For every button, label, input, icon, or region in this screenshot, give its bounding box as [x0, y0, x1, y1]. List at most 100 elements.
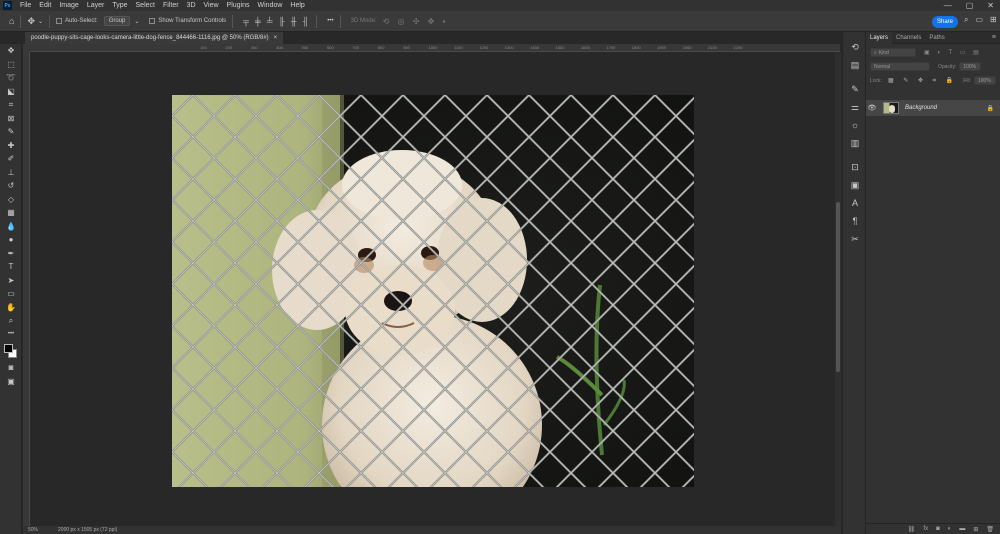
navigator-icon[interactable]: ▣	[843, 176, 867, 194]
menu-type[interactable]: Type	[108, 2, 131, 9]
gradient-tool-icon[interactable]: ▦	[0, 206, 22, 220]
scrollbar-thumb[interactable]	[836, 202, 840, 372]
minimize-button[interactable]: —	[944, 1, 952, 10]
delete-layer-icon[interactable]: 🗑	[986, 526, 994, 533]
auto-select-dropdown[interactable]: Group	[103, 16, 131, 26]
tab-channels[interactable]: Channels	[892, 32, 925, 44]
brush-settings-icon[interactable]: ✎	[843, 80, 867, 98]
chevron-down-icon[interactable]: ⌄	[134, 18, 139, 25]
clone-stamp-tool-icon[interactable]: ⊥	[0, 166, 22, 180]
tab-paths[interactable]: Paths	[925, 32, 948, 44]
new-group-icon[interactable]: ▬	[959, 526, 965, 532]
restore-button[interactable]: ▢	[966, 1, 974, 10]
canvas-area[interactable]	[30, 52, 835, 526]
tab-layers[interactable]: Layers	[866, 31, 893, 44]
kind-filter[interactable]: ⌕ Kind	[870, 48, 916, 57]
move-tool-icon[interactable]: ✥	[27, 16, 35, 27]
healing-brush-tool-icon[interactable]: ✚	[0, 139, 22, 153]
crop-tool-icon[interactable]: ⌗	[0, 98, 22, 112]
align-icons[interactable]: ╤ ╪ ╧ ╟ ╫ ╢	[243, 17, 310, 26]
blur-tool-icon[interactable]: 💧	[0, 220, 22, 234]
menu-layer[interactable]: Layer	[83, 2, 109, 9]
rectangle-tool-icon[interactable]: ▭	[0, 287, 22, 301]
eyedropper-tool-icon[interactable]: ✎	[0, 125, 22, 139]
menu-3d[interactable]: 3D	[183, 2, 200, 9]
workspace-icon[interactable]: ▭	[975, 15, 983, 25]
path-selection-tool-icon[interactable]: ➤	[0, 274, 22, 288]
swatches-icon[interactable]: ⊡	[843, 158, 867, 176]
show-transform-checkbox[interactable]: Show Transform Controls	[149, 18, 226, 24]
document-tab[interactable]: poodle-puppy-sits-cage-looks-camera-litt…	[25, 32, 284, 44]
auto-select-value[interactable]: Group	[103, 16, 131, 26]
menu-help[interactable]: Help	[286, 2, 308, 9]
history-panel-icon[interactable]: ⟲	[843, 38, 867, 56]
more-options-button[interactable]: •••	[327, 18, 333, 24]
home-icon[interactable]: ⌂	[9, 16, 14, 26]
adjustment-layer-icon[interactable]: ◐	[948, 526, 952, 532]
menu-select[interactable]: Select	[132, 2, 159, 9]
panel-menu-icon[interactable]: ≡	[992, 34, 996, 41]
type-tool-icon[interactable]: T	[0, 260, 22, 274]
checkbox-box[interactable]	[149, 18, 156, 24]
photoshop-logo-icon[interactable]: Ps	[3, 1, 12, 10]
screen-mode-icon[interactable]: ▣	[0, 375, 22, 389]
horizontal-ruler[interactable]: 100 200 300 400 500 600 700 800 900 1000 1100 1200 1…	[30, 44, 840, 52]
paragraph-panel-icon[interactable]: ¶	[843, 212, 867, 230]
menu-window[interactable]: Window	[254, 2, 287, 9]
tool-presets-icon[interactable]: ✂	[843, 230, 867, 248]
fill-input[interactable]: 100%	[973, 76, 996, 85]
color-swatches[interactable]	[0, 341, 22, 361]
document-image[interactable]	[172, 95, 694, 487]
zoom-tool-icon[interactable]: ⌕	[0, 314, 22, 328]
blend-mode-dropdown[interactable]: Normal	[870, 62, 930, 71]
object-selection-tool-icon[interactable]: ⬕	[0, 85, 22, 99]
vertical-ruler[interactable]	[23, 52, 30, 526]
document-info[interactable]: 2000 px x 1505 px (72 ppi)	[58, 527, 117, 533]
quick-mask-icon[interactable]: ◙	[0, 361, 22, 375]
menu-view[interactable]: View	[200, 2, 223, 9]
close-window-button[interactable]: ✕	[987, 1, 994, 10]
properties-icon[interactable]: ☼	[843, 116, 867, 134]
chevron-down-icon[interactable]: ⌄	[38, 18, 43, 25]
eye-icon[interactable]: 👁	[866, 104, 878, 112]
more-tools-icon[interactable]: •••	[0, 328, 22, 342]
close-tab-icon[interactable]: ×	[274, 35, 278, 41]
menu-edit[interactable]: Edit	[35, 2, 55, 9]
move-tool-icon[interactable]: ✥	[0, 44, 22, 58]
lock-icon[interactable]: 🔒	[987, 105, 994, 112]
history-brush-tool-icon[interactable]: ↺	[0, 179, 22, 193]
menu-plugins[interactable]: Plugins	[223, 2, 254, 9]
checkbox-box[interactable]	[56, 18, 63, 24]
marquee-tool-icon[interactable]: ⬚	[0, 58, 22, 72]
libraries-icon[interactable]: ▥	[843, 134, 867, 152]
menu-filter[interactable]: Filter	[159, 2, 183, 9]
auto-select-checkbox[interactable]: Auto-Select:	[56, 18, 98, 24]
hand-tool-icon[interactable]: ✋	[0, 301, 22, 315]
link-layers-icon[interactable]: ⛓	[908, 526, 916, 533]
layer-row[interactable]: 👁 Background 🔒	[866, 100, 1000, 116]
lock-icons[interactable]: ▦ ✎ ✥ ⌗ 🔒	[888, 77, 957, 85]
adjustments-icon[interactable]: ⚌	[843, 98, 867, 116]
search-icon[interactable]: ⌕	[964, 15, 968, 25]
opacity-input[interactable]: 100%	[959, 62, 982, 71]
dodge-tool-icon[interactable]: ●	[0, 233, 22, 247]
share-button[interactable]: Share	[932, 16, 958, 28]
pen-tool-icon[interactable]: ✒	[0, 247, 22, 261]
menu-image[interactable]: Image	[55, 2, 82, 9]
layer-name[interactable]: Background	[905, 105, 937, 111]
foreground-color-swatch[interactable]	[4, 344, 13, 353]
filter-type-icons[interactable]: ▣ ◐ T ▭ ▤	[924, 49, 982, 56]
add-mask-icon[interactable]: ◙	[936, 526, 940, 532]
eraser-tool-icon[interactable]: ◇	[0, 193, 22, 207]
layer-style-icon[interactable]: fx	[923, 526, 928, 532]
arrange-icon[interactable]: ⊞	[990, 15, 997, 25]
character-panel-icon[interactable]: A	[843, 194, 867, 212]
3d-tools-icons[interactable]: ⟲ ◎ ✣ ✥ ▪	[383, 17, 449, 26]
menu-file[interactable]: File	[16, 2, 35, 9]
brush-tool-icon[interactable]: ✐	[0, 152, 22, 166]
vertical-scrollbar[interactable]	[835, 52, 841, 526]
comments-panel-icon[interactable]: ▤	[843, 56, 867, 74]
lasso-tool-icon[interactable]: ➰	[0, 71, 22, 85]
zoom-level[interactable]: 50%	[28, 527, 38, 533]
frame-tool-icon[interactable]: ⊠	[0, 112, 22, 126]
